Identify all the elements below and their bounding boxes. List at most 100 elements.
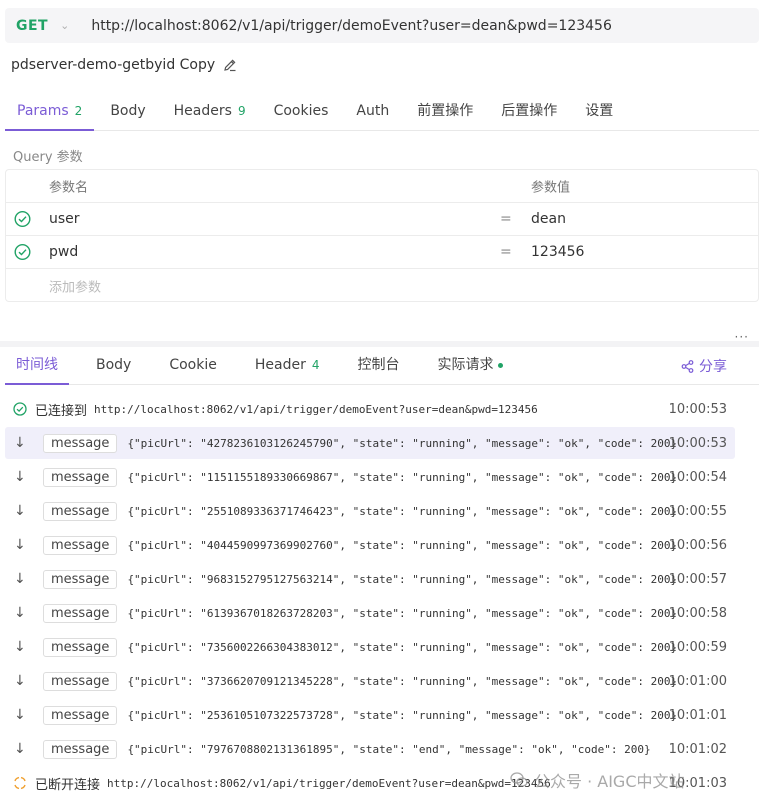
arrow-down-icon: ↓ <box>14 605 26 621</box>
watermark: 公众号 · AIGC中文站 <box>510 768 685 792</box>
tab-response-header[interactable]: Header 4 <box>244 347 331 384</box>
message-payload: {"picUrl": "4044590997369902760", "state… <box>127 538 678 552</box>
tab-badge: 9 <box>237 104 246 118</box>
timeline-message-row[interactable]: ↓ message {"picUrl": "404459099736990276… <box>5 529 735 561</box>
check-circle-icon <box>13 402 27 416</box>
url-input[interactable]: http://localhost:8062/v1/api/trigger/dem… <box>91 18 612 34</box>
arrow-down-icon: ↓ <box>14 707 26 723</box>
disconnect-icon <box>14 776 26 790</box>
tab-params[interactable]: Params 2 <box>5 92 95 131</box>
timestamp: 10:00:55 <box>668 503 727 519</box>
timestamp: 10:00:58 <box>668 605 727 621</box>
timeline-message-row[interactable]: ↓ message {"picUrl": "427823610312624579… <box>5 427 735 459</box>
params-table: 参数名 参数值 user = dean pwd = 123456 添加参数 <box>5 169 759 302</box>
tab-label: 实际请求 <box>437 357 494 373</box>
arrow-down-icon: ↓ <box>14 537 26 553</box>
tab-label: Cookie <box>169 357 217 373</box>
timeline-message-row[interactable]: ↓ message {"picUrl": "735600226630438301… <box>5 631 735 663</box>
message-payload: {"picUrl": "9683152795127563214", "state… <box>127 572 678 586</box>
chevron-down-icon[interactable]: ⌄ <box>60 19 69 32</box>
disconnected-url: http://localhost:8062/v1/api/trigger/dem… <box>107 776 551 790</box>
timestamp: 10:01:02 <box>668 741 727 757</box>
tab-headers[interactable]: Headers 9 <box>162 92 258 130</box>
tab-badge: 2 <box>74 104 83 118</box>
tab-label: Headers <box>173 103 232 119</box>
tab-label: 时间线 <box>16 357 58 373</box>
equals-sign: = <box>500 211 512 227</box>
check-circle-icon[interactable] <box>14 243 31 261</box>
timestamp: 10:00:53 <box>668 401 727 417</box>
tab-response-cookie[interactable]: Cookie <box>158 347 228 384</box>
timestamp: 10:00:57 <box>668 571 727 587</box>
tab-response-body[interactable]: Body <box>85 347 142 384</box>
event-tag: message <box>43 467 118 487</box>
edit-icon[interactable] <box>223 58 237 72</box>
event-tag: message <box>43 671 118 691</box>
timestamp: 10:00:54 <box>668 469 727 485</box>
url-bar: GET ⌄ http://localhost:8062/v1/api/trigg… <box>5 8 759 43</box>
http-method-select[interactable]: GET <box>16 18 48 34</box>
request-tabs: Params 2 Body Headers 9 Cookies Auth 前置操作 … <box>5 92 759 131</box>
tab-pre-processors[interactable]: 前置操作 <box>405 92 485 130</box>
event-tag: message <box>43 535 118 555</box>
query-section-label: Query 参数 <box>13 150 83 165</box>
watermark-text: 公众号 · AIGC中文站 <box>534 772 685 791</box>
event-tag: message <box>43 603 118 623</box>
timestamp: 10:01:00 <box>668 673 727 689</box>
timeline-message-row[interactable]: ↓ message {"picUrl": "373662070912134522… <box>5 665 735 697</box>
share-label: 分享 <box>699 359 727 375</box>
tab-label: Header <box>254 357 306 373</box>
message-payload: {"picUrl": "3736620709121345228", "state… <box>127 674 678 688</box>
timeline-message-row[interactable]: ↓ message {"picUrl": "255108933637174642… <box>5 495 735 527</box>
tab-label: Cookies <box>273 103 329 119</box>
tab-post-processors[interactable]: 后置操作 <box>489 92 569 130</box>
param-name[interactable]: pwd <box>49 244 78 260</box>
event-tag: message <box>43 739 118 759</box>
arrow-down-icon: ↓ <box>14 469 26 485</box>
timeline-message-row[interactable]: ↓ message {"picUrl": "613936701826372820… <box>5 597 735 629</box>
arrow-down-icon: ↓ <box>14 435 26 451</box>
arrow-down-icon: ↓ <box>14 741 26 757</box>
tab-console[interactable]: 控制台 <box>347 347 411 384</box>
param-row: pwd = 123456 <box>6 236 758 269</box>
event-tag: message <box>43 433 118 453</box>
tab-settings[interactable]: 设置 <box>573 92 625 130</box>
timestamp: 10:00:56 <box>668 537 727 553</box>
disconnected-label: 已断开连接 <box>35 777 101 793</box>
tab-label: 前置操作 <box>417 103 474 119</box>
tab-body[interactable]: Body <box>98 92 157 130</box>
arrow-down-icon: ↓ <box>14 639 26 655</box>
timeline-message-row[interactable]: ↓ message {"picUrl": "253610510732257372… <box>5 699 735 731</box>
message-payload: {"picUrl": "7976708802131361895", "state… <box>127 742 651 756</box>
message-payload: {"picUrl": "6139367018263728203", "state… <box>127 606 678 620</box>
add-param-row[interactable]: 添加参数 <box>6 269 758 302</box>
timeline-message-row[interactable]: ↓ message {"picUrl": "968315279512756321… <box>5 563 735 595</box>
timeline-message-row[interactable]: ↓ message {"picUrl": "115115518933066986… <box>5 461 735 493</box>
param-value[interactable]: 123456 <box>531 244 584 260</box>
connected-url: http://localhost:8062/v1/api/trigger/dem… <box>94 402 538 416</box>
equals-sign: = <box>500 244 512 260</box>
check-circle-icon[interactable] <box>14 210 31 228</box>
tab-label: Params <box>17 103 69 119</box>
tab-timeline[interactable]: 时间线 <box>5 347 69 385</box>
param-row: user = dean <box>6 203 758 236</box>
timestamp: 10:00:59 <box>668 639 727 655</box>
share-button[interactable]: 分享 <box>681 356 727 376</box>
tab-auth[interactable]: Auth <box>344 92 401 130</box>
tab-actual-request[interactable]: 实际请求 <box>427 347 514 384</box>
timestamp: 10:01:01 <box>668 707 727 723</box>
param-name[interactable]: user <box>49 211 80 227</box>
tab-label: Auth <box>356 103 390 119</box>
column-header-value: 参数值 <box>531 180 571 196</box>
timestamp: 10:00:53 <box>668 435 727 451</box>
param-value[interactable]: dean <box>531 211 566 227</box>
timeline-connected-row: 已连接到 http://localhost:8062/v1/api/trigge… <box>5 393 735 425</box>
message-payload: {"picUrl": "1151155189330669867", "state… <box>127 470 678 484</box>
tab-cookies[interactable]: Cookies <box>262 92 341 130</box>
add-param-input[interactable]: 添加参数 <box>49 276 101 295</box>
timeline-message-row[interactable]: ↓ message {"picUrl": "797670880213136189… <box>5 733 735 765</box>
request-name-row: pdserver-demo-getbyid Copy <box>11 57 237 73</box>
arrow-down-icon: ↓ <box>14 673 26 689</box>
connected-label: 已连接到 <box>35 403 88 419</box>
request-name[interactable]: pdserver-demo-getbyid Copy <box>11 57 215 73</box>
